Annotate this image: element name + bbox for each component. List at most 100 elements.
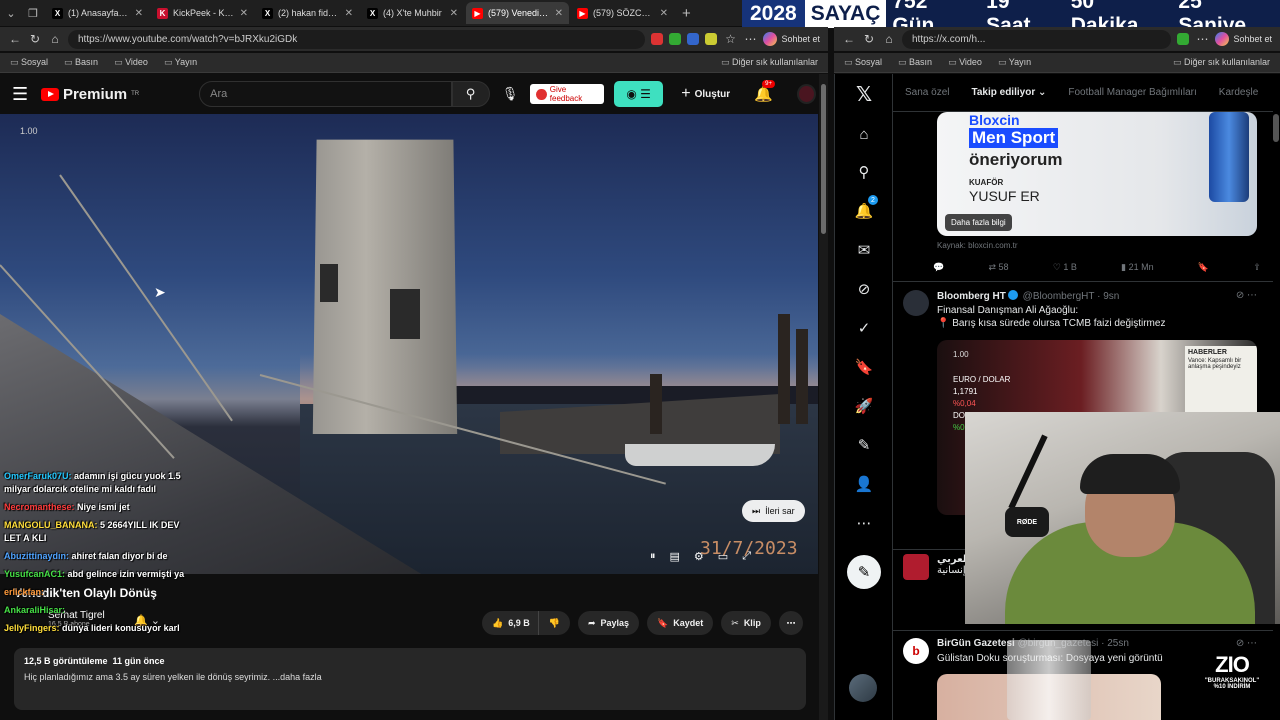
bookmark-folder[interactable]: Basın bbox=[898, 57, 932, 68]
tab-5-active[interactable]: ▶ (579) Venedik'ten ✕ bbox=[466, 2, 569, 24]
search-input[interactable]: Ara bbox=[199, 81, 452, 107]
give-feedback-button[interactable]: Give feedback bbox=[530, 84, 605, 104]
copilot-chat-button[interactable]: Sohbet et bbox=[1215, 32, 1272, 46]
extension-icon[interactable] bbox=[1177, 33, 1190, 45]
back-arrow-icon[interactable]: ← bbox=[8, 32, 22, 46]
scrollbar-thumb[interactable] bbox=[821, 84, 826, 234]
more-menu-icon[interactable]: ⋯ bbox=[743, 32, 757, 46]
messages-icon[interactable]: ✉ bbox=[852, 238, 876, 262]
ad-image[interactable]: Bloxcin Men Sport öneriyorum KUAFÖR YUSU… bbox=[937, 112, 1257, 236]
url-field[interactable]: https://x.com/h... bbox=[902, 29, 1172, 49]
bookmark-folder[interactable]: Yayın bbox=[164, 57, 197, 68]
home-icon[interactable]: ⌂ bbox=[882, 32, 896, 46]
other-bookmarks[interactable]: Diğer sık kullanılanlar bbox=[1173, 57, 1270, 68]
more-menu-icon[interactable]: ⋯ bbox=[1195, 32, 1209, 46]
more-actions-button[interactable]: ⋯ bbox=[778, 611, 803, 635]
reply-icon[interactable]: 💬 bbox=[933, 262, 944, 273]
search-button[interactable]: ⚲ bbox=[451, 81, 490, 107]
url-field[interactable]: https://www.youtube.com/watch?v=bJRXku2i… bbox=[68, 29, 646, 49]
rocket-icon[interactable]: 🚀 bbox=[852, 394, 876, 418]
description-box[interactable]: 12,5 B görüntüleme 11 gün önce Hiç planl… bbox=[14, 648, 806, 710]
fullscreen-icon[interactable]: ⤢ bbox=[742, 550, 751, 563]
refresh-icon[interactable]: ↻ bbox=[28, 32, 42, 46]
close-tab-icon[interactable]: ✕ bbox=[555, 8, 563, 19]
extension-icon[interactable] bbox=[669, 33, 682, 45]
bookmark-folder[interactable]: Yayın bbox=[998, 57, 1031, 68]
extension-icon[interactable] bbox=[651, 33, 664, 45]
x-logo-icon[interactable]: 𝕏 bbox=[852, 82, 876, 106]
articles-icon[interactable]: ✎ bbox=[852, 433, 876, 457]
profile-icon[interactable]: 👤 bbox=[852, 472, 876, 496]
theater-mode-icon[interactable]: ▭ bbox=[718, 550, 728, 563]
bookmark-folder[interactable]: Sosyal bbox=[844, 57, 882, 68]
page-scrollbar[interactable] bbox=[819, 74, 828, 720]
other-bookmarks[interactable]: Diğer sık kullanılanlar bbox=[721, 57, 818, 68]
tab-4[interactable]: X (4) X'te Muhbir ✕ bbox=[361, 2, 464, 24]
notifications-bell-icon[interactable]: 🔔 2 bbox=[852, 195, 878, 223]
bookmark-icon[interactable]: 🔖 bbox=[1198, 262, 1209, 273]
bookmark-folder[interactable]: Video bbox=[948, 57, 982, 68]
close-tab-icon[interactable]: ✕ bbox=[240, 8, 248, 19]
voice-search-mic-icon[interactable]: 🎙 bbox=[500, 86, 521, 102]
verified-check-icon[interactable]: ✓ bbox=[852, 316, 876, 340]
close-tab-icon[interactable]: ✕ bbox=[660, 8, 668, 19]
close-tab-icon[interactable]: ✕ bbox=[345, 8, 353, 19]
tab-6[interactable]: ▶ (579) SÖZCÜ T ✕ bbox=[571, 2, 674, 24]
grok-and-more-icons[interactable]: ⊘ ⋯ bbox=[1236, 290, 1257, 301]
share-button[interactable]: ➦ Paylaş bbox=[577, 611, 640, 635]
tweet-author[interactable]: Bloomberg HT bbox=[937, 291, 1006, 302]
birgun-avatar[interactable]: b bbox=[903, 638, 929, 664]
refresh-icon[interactable]: ↻ bbox=[862, 32, 876, 46]
skip-forward-button[interactable]: ⏭ İleri sar bbox=[742, 500, 805, 522]
extension-toggle-button[interactable]: ◉ ☰ bbox=[614, 81, 664, 107]
grok-and-more-icons[interactable]: ⊘ ⋯ bbox=[1236, 638, 1257, 649]
youtube-logo[interactable]: Premium TR bbox=[40, 86, 139, 103]
tab-for-you[interactable]: Sana özel bbox=[905, 87, 949, 98]
copilot-chat-button[interactable]: Sohbet et bbox=[763, 32, 820, 46]
back-arrow-icon[interactable]: ← bbox=[842, 32, 856, 46]
home-icon[interactable]: ⌂ bbox=[852, 122, 876, 146]
workspaces-icon[interactable]: ❐ bbox=[22, 2, 44, 24]
pause-icon[interactable]: ⏸ bbox=[650, 550, 656, 563]
tweet-author[interactable]: BirGün Gazetesi bbox=[937, 638, 1015, 649]
new-tab-plus-icon[interactable]: + bbox=[682, 5, 691, 22]
tab-3[interactable]: X (2) hakan fidan - Ar ✕ bbox=[256, 2, 359, 24]
extension-icon[interactable] bbox=[705, 33, 718, 45]
clip-button[interactable]: ✂ Klip bbox=[721, 611, 771, 635]
tab-1[interactable]: X (1) Anasayfa / X ✕ bbox=[46, 2, 149, 24]
alaraby-avatar[interactable] bbox=[903, 554, 929, 580]
post-compose-button[interactable]: ✎ bbox=[847, 555, 881, 589]
tab-list-chevron-icon[interactable]: ⌄ bbox=[0, 2, 22, 24]
tab-football-manager[interactable]: Football Manager Bağımlıları bbox=[1068, 87, 1196, 98]
settings-gear-icon[interactable]: ⚙ bbox=[694, 550, 704, 563]
bloomberg-avatar[interactable] bbox=[903, 290, 929, 316]
notifications-bell-icon[interactable]: 🔔 9+ bbox=[754, 80, 775, 103]
like-button[interactable]: ♡ 1 B bbox=[1053, 262, 1077, 273]
extension-icon[interactable] bbox=[687, 33, 700, 45]
account-avatar[interactable] bbox=[849, 674, 877, 702]
ad-learn-more-button[interactable]: Daha fazla bilgi bbox=[945, 214, 1012, 231]
create-button[interactable]: + Oluştur bbox=[681, 85, 730, 103]
hamburger-menu-icon[interactable]: ☰ bbox=[12, 84, 31, 105]
tab-kardesler[interactable]: Kardeşle bbox=[1219, 87, 1258, 98]
like-button[interactable]: 👍 6,9 B bbox=[482, 611, 538, 635]
x-scrollbar-thumb[interactable] bbox=[1273, 114, 1279, 142]
ad-source[interactable]: Kaynak: bloxcin.com.tr bbox=[937, 241, 1017, 250]
retweet-button[interactable]: ⇄ 58 bbox=[988, 262, 1008, 273]
close-tab-icon[interactable]: ✕ bbox=[135, 8, 143, 19]
bookmark-folder[interactable]: Video bbox=[114, 57, 148, 68]
views-button[interactable]: ▮ 21 Mn bbox=[1121, 262, 1153, 273]
tab-2[interactable]: K KickPeek - Kick.com ✕ bbox=[151, 2, 254, 24]
save-button[interactable]: 🔖 Kaydet bbox=[647, 611, 714, 635]
tab-following[interactable]: Takip ediliyor ⌄ bbox=[971, 87, 1046, 98]
subtitles-icon[interactable]: ▤ bbox=[670, 550, 680, 563]
more-circle-icon[interactable]: ⋯ bbox=[852, 511, 876, 535]
share-icon[interactable]: ⇪ bbox=[1253, 262, 1261, 273]
favorites-star-icon[interactable]: ☆ bbox=[723, 32, 737, 46]
bookmarks-icon[interactable]: 🔖 bbox=[852, 355, 876, 379]
bookmark-folder[interactable]: Sosyal bbox=[10, 57, 48, 68]
account-avatar[interactable] bbox=[796, 84, 816, 104]
tweet-alaraby[interactable]: العربي إنسانية bbox=[903, 554, 970, 580]
home-icon[interactable]: ⌂ bbox=[48, 32, 62, 46]
bookmark-folder[interactable]: Basın bbox=[64, 57, 98, 68]
